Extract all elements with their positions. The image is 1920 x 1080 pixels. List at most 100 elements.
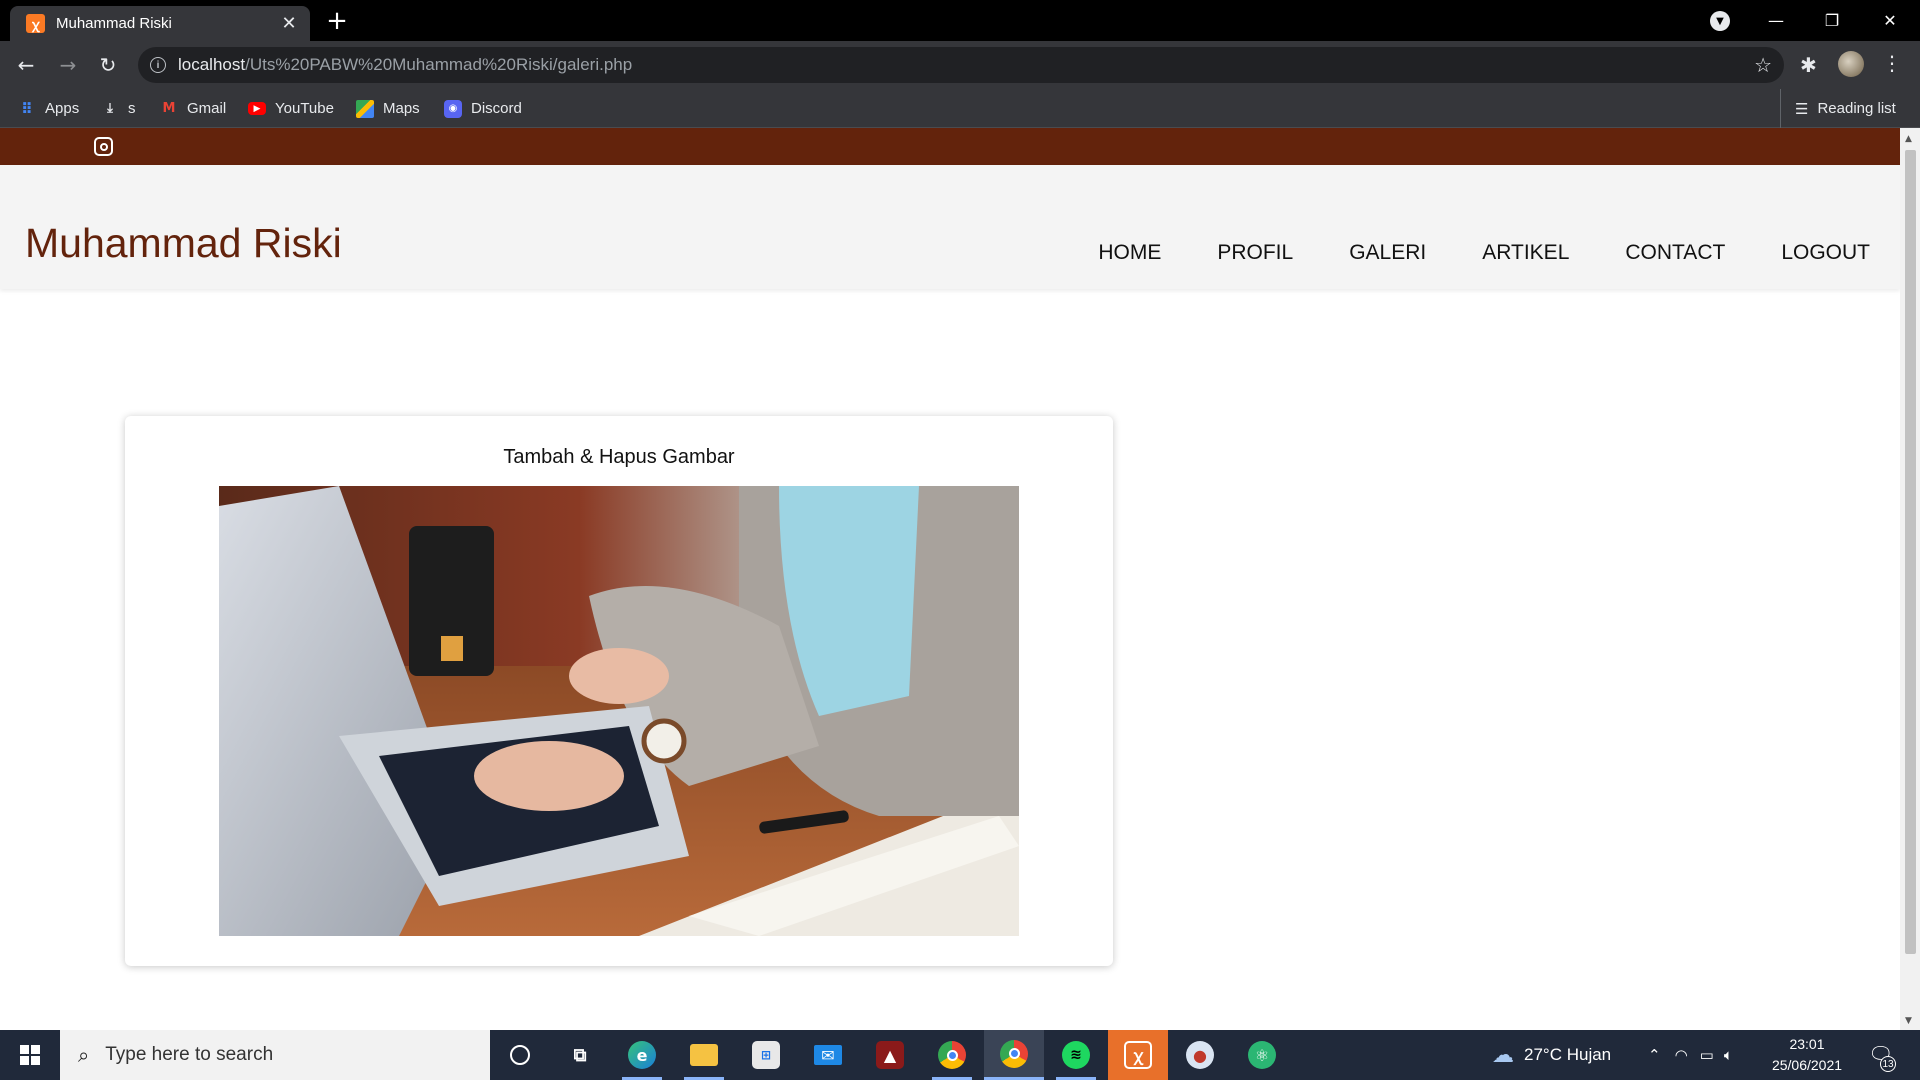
maps-icon	[356, 99, 374, 118]
taskbar-spotify[interactable]: ≋	[1046, 1030, 1106, 1080]
social-topbar	[0, 128, 1900, 165]
chrome-icon	[938, 1041, 966, 1069]
reading-list-label: Reading list	[1817, 100, 1896, 117]
system-clock[interactable]: 23:01 25/06/2021	[1762, 1034, 1852, 1076]
weather-widget[interactable]: ☁ 27°C Hujan	[1492, 1030, 1611, 1080]
url-path: /Uts%20PABW%20Muhammad%20Riski/galeri.ph…	[245, 55, 633, 74]
bookmark-star-icon[interactable]: ☆	[1754, 53, 1772, 77]
page-scrollbar[interactable]: ▲ ▼	[1900, 128, 1920, 1030]
windows-taskbar: ⌕ Type here to search ⧉ e ⊞ ✉ ▲ ≋ ꭓ ● ⚛	[0, 1030, 1920, 1080]
notification-badge: 13	[1880, 1056, 1896, 1072]
close-window-button[interactable]: ✕	[1862, 0, 1918, 41]
bookmark-label: Gmail	[187, 100, 227, 117]
nav-galeri[interactable]: GALERI	[1349, 241, 1426, 265]
cortana-button[interactable]	[490, 1030, 550, 1080]
nav-profil[interactable]: PROFIL	[1217, 241, 1293, 265]
nav-contact[interactable]: CONTACT	[1625, 241, 1725, 265]
xampp-icon: ꭓ	[26, 14, 45, 33]
nav-logout[interactable]: LOGOUT	[1781, 241, 1870, 265]
xampp-icon: ꭓ	[1124, 1041, 1152, 1069]
reading-list-button[interactable]: ☰ Reading list	[1780, 89, 1896, 128]
rain-cloud-icon: ☁	[1492, 1042, 1514, 1068]
taskbar-chrome[interactable]	[922, 1030, 982, 1080]
bookmark-youtube[interactable]: ▶ YouTube	[248, 89, 334, 128]
site-brand[interactable]: Muhammad Riski	[25, 220, 342, 267]
scroll-up-icon[interactable]: ▲	[1905, 134, 1912, 144]
nav-home[interactable]: HOME	[1098, 241, 1161, 265]
bookmark-maps[interactable]: Maps	[356, 89, 420, 128]
download-icon: ⤓	[107, 101, 113, 116]
gallery-card-title[interactable]: Tambah & Hapus Gambar	[125, 446, 1113, 469]
forward-button[interactable]: →	[52, 49, 84, 81]
main-nav: HOME PROFIL GALERI ARTIKEL CONTACT LOGOU…	[1042, 241, 1870, 265]
search-icon: ⌕	[78, 1043, 90, 1067]
taskbar-mail[interactable]: ✉	[798, 1030, 858, 1080]
task-view-button[interactable]: ⧉	[550, 1030, 610, 1080]
chevron-up-icon[interactable]: ⌃	[1648, 1046, 1661, 1064]
extensions-puzzle-icon[interactable]: ✱	[1800, 53, 1817, 77]
battery-icon[interactable]: ▭	[1700, 1046, 1714, 1064]
taskbar-file-explorer[interactable]	[674, 1030, 734, 1080]
bookmark-label: Discord	[471, 100, 522, 117]
clock-time: 23:01	[1789, 1036, 1825, 1052]
youtube-icon: ▶	[248, 102, 266, 115]
scroll-down-icon[interactable]: ▼	[1905, 1016, 1912, 1026]
game-app-icon: ▲	[876, 1041, 904, 1069]
url-host: localhost	[178, 55, 246, 74]
edge-icon: e	[628, 1041, 656, 1069]
taskbar-game[interactable]: ▲	[860, 1030, 920, 1080]
apps-grid-icon: ⠿	[21, 99, 33, 118]
profile-avatar[interactable]	[1838, 51, 1864, 77]
browser-menu-icon[interactable]: ⋮	[1882, 51, 1902, 75]
folder-icon	[690, 1044, 718, 1066]
scrollbar-thumb[interactable]	[1905, 150, 1916, 954]
gallery-card: Tambah & Hapus Gambar	[125, 416, 1113, 966]
system-tray: ⌃ ◠ ▭ 🔈︎	[1648, 1030, 1733, 1080]
browser-tab-strip: ꭓ Muhammad Riski ✕ + ▼ — ❐ ✕	[0, 0, 1920, 41]
taskbar-store[interactable]: ⊞	[736, 1030, 796, 1080]
wifi-icon[interactable]: ◠	[1675, 1046, 1688, 1064]
bookmark-download[interactable]: ⤓ s	[101, 89, 135, 128]
back-button[interactable]: ←	[10, 49, 42, 81]
taskbar-atom[interactable]: ⚛	[1232, 1030, 1292, 1080]
taskbar-xampp[interactable]: ꭓ	[1108, 1030, 1168, 1080]
url-text: localhost/Uts%20PABW%20Muhammad%20Riski/…	[178, 55, 632, 75]
taskbar-paint[interactable]: ●	[1170, 1030, 1230, 1080]
reload-button[interactable]: ↻	[92, 49, 124, 81]
spotify-icon: ≋	[1062, 1041, 1090, 1069]
minimize-button[interactable]: —	[1748, 0, 1804, 41]
bookmark-apps[interactable]: ⠿ Apps	[18, 89, 79, 128]
taskbar-edge[interactable]: e	[612, 1030, 672, 1080]
site-info-icon[interactable]: i	[150, 57, 166, 73]
volume-icon[interactable]: 🔈︎	[1724, 1046, 1733, 1064]
nav-artikel[interactable]: ARTIKEL	[1482, 241, 1569, 265]
gmail-icon: M	[162, 101, 176, 116]
task-view-icon: ⧉	[573, 1044, 587, 1066]
gallery-photo[interactable]	[219, 486, 1019, 936]
browser-tab[interactable]: ꭓ Muhammad Riski ✕	[10, 6, 310, 41]
close-tab-icon[interactable]: ✕	[278, 13, 300, 35]
clock-date: 25/06/2021	[1771, 1057, 1843, 1073]
bookmark-label: Apps	[45, 100, 80, 117]
laptop-typing-photo	[219, 486, 1019, 936]
bookmark-label: YouTube	[275, 100, 334, 117]
mail-icon: ✉	[814, 1045, 842, 1065]
new-tab-button[interactable]: +	[322, 6, 352, 36]
tab-search-icon[interactable]: ▼	[1710, 11, 1730, 31]
paint-palette-icon: ●	[1186, 1041, 1214, 1069]
weather-text: 27°C Hujan	[1524, 1045, 1612, 1064]
site-header: Muhammad Riski HOME PROFIL GALERI ARTIKE…	[0, 165, 1900, 289]
start-button[interactable]	[0, 1030, 60, 1080]
cortana-circle-icon	[510, 1045, 530, 1065]
taskbar-chrome-profile[interactable]	[984, 1030, 1044, 1080]
bookmarks-bar: ⠿ Apps ⤓ s M Gmail ▶ YouTube Maps ◉ Disc…	[0, 89, 1920, 128]
taskbar-search[interactable]: ⌕ Type here to search	[60, 1030, 490, 1080]
restore-button[interactable]: ❐	[1804, 0, 1860, 41]
instagram-icon[interactable]	[94, 137, 113, 156]
discord-icon: ◉	[444, 99, 462, 118]
reading-list-icon: ☰	[1795, 99, 1809, 118]
bookmark-gmail[interactable]: M Gmail	[160, 89, 227, 128]
browser-toolbar: ← → ↻ i localhost/Uts%20PABW%20Muhammad%…	[0, 41, 1920, 89]
address-bar[interactable]: i localhost/Uts%20PABW%20Muhammad%20Risk…	[138, 47, 1784, 83]
bookmark-discord[interactable]: ◉ Discord	[444, 89, 522, 128]
